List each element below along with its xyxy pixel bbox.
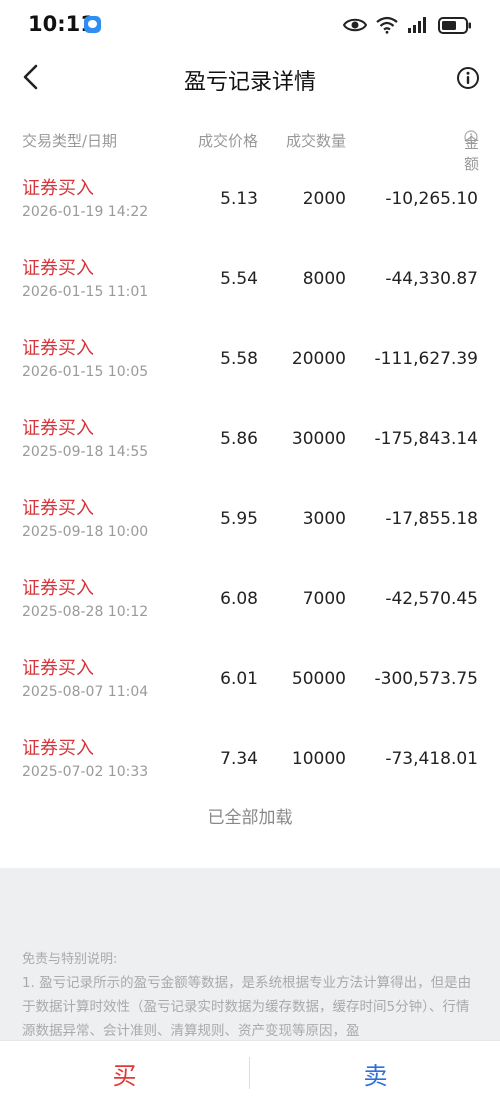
header-amount[interactable]: 金额 [464,130,479,173]
record-amount: -44,330.87 [385,269,478,289]
record-quantity: 30000 [291,429,346,449]
sell-button[interactable]: 卖 [251,1041,500,1105]
column-header: 交易类型/日期 成交价格 成交数量 金额 [0,128,500,173]
bottom-trade-bar: 买 卖 [0,1040,500,1105]
record-price: 5.58 [220,349,258,369]
record-date: 2026-01-15 10:05 [22,364,149,380]
status-bar: 10:11 [0,0,500,50]
record-price: 5.95 [220,509,258,529]
record-price: 7.34 [220,749,258,769]
record-amount: -73,418.01 [385,749,478,769]
record-quantity: 3000 [302,509,346,529]
record-date: 2025-07-02 10:33 [22,764,149,780]
buy-button[interactable]: 买 [0,1041,249,1105]
record-price: 5.54 [220,269,258,289]
record-row[interactable]: 证券买入 2025-09-18 14:55 5.86 30000 -175,84… [0,400,500,480]
record-type: 证券买入 [22,178,94,199]
list-end-text: 已全部加载 [207,808,293,828]
record-type: 证券买入 [22,418,94,439]
record-price: 6.01 [220,669,258,689]
record-amount: -42,570.45 [385,589,478,609]
record-amount: -300,573.75 [374,669,478,689]
battery-icon [438,16,471,34]
record-amount: -111,627.39 [374,349,478,369]
nav-bar: 盈亏记录详情 [0,50,500,106]
record-price: 6.08 [220,589,258,609]
header-type-date: 交易类型/日期 [22,132,118,150]
record-type: 证券买入 [22,498,94,519]
record-date: 2025-09-18 14:55 [22,444,149,460]
record-row[interactable]: 证券买入 2025-08-07 11:04 6.01 50000 -300,57… [0,640,500,720]
status-icons [343,14,472,36]
record-row[interactable]: 证券买入 2025-09-18 10:00 5.95 3000 -17,855.… [0,480,500,560]
record-row[interactable]: 证券买入 2026-01-15 10:05 5.58 20000 -111,62… [0,320,500,400]
app-notification-icon [84,16,101,33]
record-date: 2025-09-18 10:00 [22,524,149,540]
record-date: 2026-01-15 11:01 [22,284,149,300]
disclaimer-text: 1. 盈亏记录所示的盈亏金额等数据，是系统根据专业方法计算得出，但是由于数据计算… [22,975,472,1039]
record-amount: -10,265.10 [385,189,478,209]
record-row[interactable]: 证券买入 2025-08-28 10:12 6.08 7000 -42,570.… [0,560,500,640]
record-price: 5.13 [220,189,258,209]
record-quantity: 8000 [302,269,346,289]
record-quantity: 10000 [291,749,346,769]
record-amount: -175,843.14 [374,429,478,449]
record-price: 5.86 [220,429,258,449]
record-row[interactable]: 证券买入 2026-01-19 14:22 5.13 2000 -10,265.… [0,160,500,240]
record-type: 证券买入 [22,258,94,279]
record-type: 证券买入 [22,338,94,359]
header-price: 成交价格 [197,132,258,150]
record-quantity: 50000 [291,669,346,689]
info-button[interactable] [456,66,480,90]
record-type: 证券买入 [22,658,94,679]
divider [249,1057,250,1089]
record-type: 证券买入 [22,578,94,599]
record-quantity: 7000 [302,589,346,609]
disclaimer-title: 免责与特别说明: [22,952,118,967]
record-amount: -17,855.18 [385,509,478,529]
record-list: 证券买入 2026-01-19 14:22 5.13 2000 -10,265.… [0,160,500,800]
wifi-icon [376,16,398,34]
record-type: 证券买入 [22,738,94,759]
page-title: 盈亏记录详情 [183,70,316,95]
signal-icon [408,17,426,33]
record-quantity: 20000 [291,349,346,369]
record-row[interactable]: 证券买入 2025-07-02 10:33 7.34 10000 -73,418… [0,720,500,800]
record-date: 2025-08-28 10:12 [22,604,149,620]
eye-icon [343,18,367,32]
record-date: 2025-08-07 11:04 [22,684,149,700]
header-quantity: 成交数量 [285,132,346,150]
info-circle-icon [457,67,479,89]
record-quantity: 2000 [302,189,346,209]
record-date: 2026-01-19 14:22 [22,204,149,220]
record-row[interactable]: 证券买入 2026-01-15 11:01 5.54 8000 -44,330.… [0,240,500,320]
